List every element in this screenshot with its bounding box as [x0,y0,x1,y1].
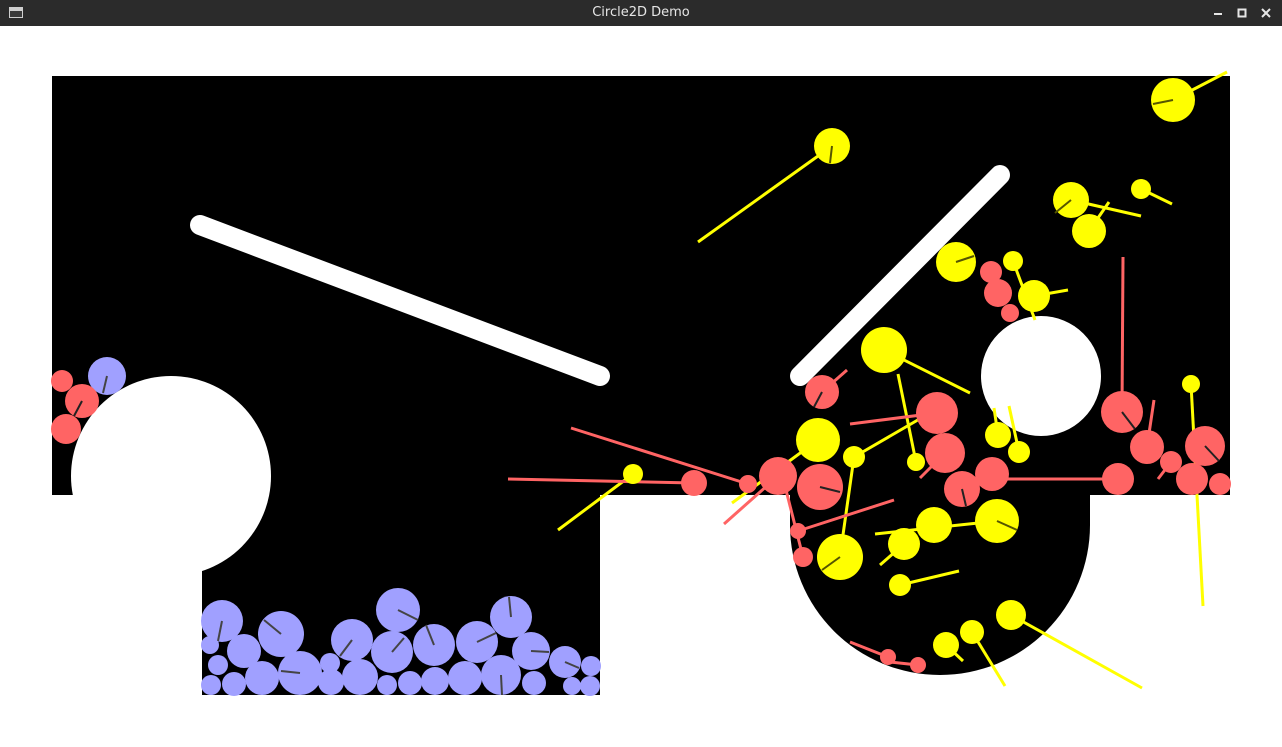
red-ball [1130,430,1164,464]
blue-ball [342,659,378,695]
yellow-ball [1182,375,1200,393]
yellow-ball [861,327,907,373]
yellow-ball [889,574,911,596]
yellow-ball [1008,441,1030,463]
left-floor-block [52,495,202,575]
red-ball [793,547,813,567]
minimize-icon [1214,13,1222,15]
red-ball [984,279,1012,307]
red-ball [51,370,73,392]
red-ball [916,392,958,434]
blue-ball [208,655,228,675]
blue-ball [201,675,221,695]
marker [530,650,550,653]
trail [1120,256,1125,413]
red-ball [910,657,926,673]
small-obstacle-circle [981,316,1101,436]
red-ball [880,649,896,665]
blue-ball [563,677,581,695]
yellow-ball [623,464,643,484]
blue-ball [245,661,279,695]
marker [500,674,503,696]
blue-ball [448,661,482,695]
blue-ball [580,676,600,696]
blue-ball [377,675,397,695]
minimize-button[interactable] [1208,3,1228,23]
yellow-ball [1072,214,1106,248]
blue-ball [222,672,246,696]
blue-ball [320,653,340,673]
maximize-icon [1237,8,1247,18]
yellow-ball [996,600,1026,630]
red-ball [790,523,806,539]
red-ball [1001,304,1019,322]
red-ball [681,470,707,496]
close-icon [1261,8,1271,18]
blue-ball [522,671,546,695]
yellow-ball [960,620,984,644]
blue-ball [421,667,449,695]
yellow-ball [796,418,840,462]
red-ball [1176,463,1208,495]
yellow-ball [1018,280,1050,312]
yellow-ball [888,528,920,560]
yellow-ball [985,422,1011,448]
red-ball [1209,473,1231,495]
blue-ball [201,636,219,654]
yellow-ball [907,453,925,471]
red-ball [1160,451,1182,473]
red-ball [925,433,965,473]
yellow-ball [1003,251,1023,271]
blue-ball [581,656,601,676]
red-ball [759,457,797,495]
yellow-ball [843,446,865,468]
red-ball [51,414,81,444]
red-ball [975,457,1009,491]
maximize-button[interactable] [1232,3,1252,23]
title-bar: Circle2D Demo [0,0,1282,26]
yellow-ball [916,507,952,543]
blue-ball [398,671,422,695]
yellow-ball [933,632,959,658]
simulation-canvas[interactable] [0,26,1282,747]
window-title: Circle2D Demo [592,5,690,20]
yellow-ball [1131,179,1151,199]
red-ball [1102,463,1134,495]
red-ball [739,475,757,493]
close-button[interactable] [1256,3,1276,23]
